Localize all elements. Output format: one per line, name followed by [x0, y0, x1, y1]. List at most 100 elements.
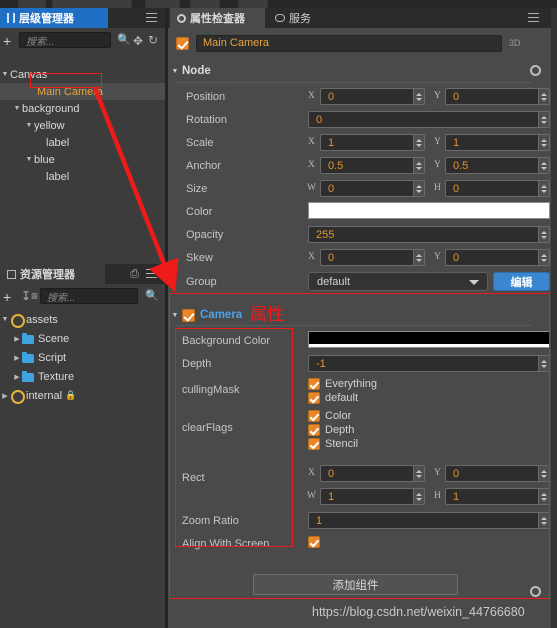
rect-y-stepper[interactable]	[538, 466, 549, 481]
zoom-ratio-stepper[interactable]	[538, 513, 549, 528]
scale-x-field[interactable]: 1	[320, 134, 425, 151]
tab-hierarchy[interactable]: 层级管理器	[0, 8, 108, 28]
add-component-button[interactable]: 添加组件	[253, 574, 458, 595]
tree-row[interactable]: ▼ assets	[0, 311, 165, 328]
plus-icon[interactable]: +	[3, 34, 11, 48]
chevron-right-icon[interactable]: ▶	[12, 373, 22, 381]
scale-y-stepper[interactable]	[538, 135, 549, 150]
anchor-y-field[interactable]: 0.5	[445, 157, 550, 174]
sort-icon[interactable]: ↧≡	[21, 290, 38, 302]
search-icon[interactable]: 🔍	[117, 35, 131, 46]
group-dropdown[interactable]: default	[308, 272, 488, 291]
tab-inspector[interactable]: 属性检查器	[170, 8, 265, 28]
align-with-screen-checkbox[interactable]	[308, 536, 320, 548]
refresh-icon[interactable]: ↻	[148, 34, 158, 46]
node-name-field[interactable]: Main Camera	[196, 34, 502, 52]
node-color-swatch[interactable]	[308, 202, 550, 219]
tree-row[interactable]: label	[0, 134, 165, 151]
rect-w-field[interactable]: 1	[320, 488, 425, 505]
assets-search-input[interactable]: 搜索...	[40, 288, 138, 304]
rect-h-field[interactable]: 1	[445, 488, 550, 505]
tree-row[interactable]: ▼ yellow	[0, 117, 165, 134]
opacity-stepper[interactable]	[538, 227, 549, 242]
tree-row[interactable]: ▼ blue	[0, 151, 165, 168]
skew-x-field[interactable]: 0	[320, 249, 425, 266]
skew-y-field[interactable]: 0	[445, 249, 550, 266]
chevron-down-icon[interactable]: ▼	[0, 316, 10, 323]
locate-icon[interactable]: ✥	[133, 35, 143, 47]
search-icon[interactable]: 🔍	[145, 291, 159, 302]
camera-section-header[interactable]: ▼ Camera	[168, 304, 551, 597]
chevron-down-icon[interactable]: ▼	[168, 68, 182, 75]
anchor-y-stepper[interactable]	[538, 158, 549, 173]
culling-mask-item[interactable]: default	[308, 392, 358, 404]
tree-row[interactable]: ▶ Texture	[0, 368, 165, 385]
assets-menu-icon[interactable]	[146, 269, 157, 278]
position-x-field[interactable]: 0	[320, 88, 425, 105]
tab-assets[interactable]: 资源管理器	[0, 264, 105, 284]
tree-row[interactable]: ▶ Scene	[0, 330, 165, 347]
tree-row[interactable]: label	[0, 168, 165, 185]
toolbar-button-1[interactable]	[18, 0, 46, 8]
chevron-down-icon[interactable]: ▼	[24, 122, 34, 129]
camera-settings-gear-icon[interactable]	[530, 586, 541, 597]
check-icon[interactable]	[308, 378, 320, 390]
rect-h-stepper[interactable]	[538, 489, 549, 504]
rotation-field[interactable]: 0	[308, 111, 550, 128]
clear-flag-item[interactable]: Depth	[308, 424, 354, 436]
culling-mask-item[interactable]: Everything	[308, 378, 377, 390]
hierarchy-search-input[interactable]: 搜索...	[19, 32, 111, 48]
toolbar-button-2[interactable]	[52, 0, 132, 8]
camera-enabled-checkbox[interactable]	[182, 308, 195, 322]
chevron-right-icon[interactable]: ▶	[12, 354, 22, 362]
check-icon[interactable]	[308, 392, 320, 404]
assets-refresh-icon[interactable]: ⎙	[130, 269, 139, 280]
size-h-field[interactable]: 0	[445, 180, 550, 197]
toolbar-button-3[interactable]	[145, 0, 180, 8]
skew-x-stepper[interactable]	[413, 250, 424, 265]
rect-y-field[interactable]: 0	[445, 465, 550, 482]
chevron-right-icon[interactable]: ▶	[0, 392, 10, 400]
opacity-field[interactable]: 255	[308, 226, 550, 243]
node-enabled-checkbox[interactable]	[176, 36, 189, 50]
node-settings-gear-icon[interactable]	[530, 65, 541, 76]
rotation-stepper[interactable]	[538, 112, 549, 127]
check-icon[interactable]	[308, 424, 320, 436]
chevron-right-icon[interactable]: ▶	[12, 335, 22, 343]
node-section-header[interactable]: ▼ Node	[168, 60, 551, 82]
toolbar-button-4[interactable]	[190, 0, 220, 8]
tree-row[interactable]: ▼ Canvas	[0, 66, 165, 83]
zoom-ratio-field[interactable]: 1	[308, 512, 550, 529]
tree-row[interactable]: ▶ Script	[0, 349, 165, 366]
tree-row[interactable]: ▼ background	[0, 100, 165, 117]
anchor-x-field[interactable]: 0.5	[320, 157, 425, 174]
check-icon[interactable]	[308, 410, 320, 422]
tree-row[interactable]: Main Camera	[0, 83, 165, 100]
plus-icon[interactable]: +	[3, 290, 11, 304]
camera-background-color-swatch[interactable]	[308, 331, 550, 348]
chevron-down-icon[interactable]: ▼	[0, 71, 10, 78]
anchor-x-stepper[interactable]	[413, 158, 424, 173]
chevron-down-icon[interactable]: ▼	[24, 156, 34, 163]
tab-services[interactable]: 服务	[268, 8, 340, 28]
rect-x-field[interactable]: 0	[320, 465, 425, 482]
size-w-field[interactable]: 0	[320, 180, 425, 197]
size-w-stepper[interactable]	[413, 181, 424, 196]
scale-y-field[interactable]: 1	[445, 134, 550, 151]
chevron-down-icon[interactable]: ▼	[168, 312, 182, 319]
depth-field[interactable]: -1	[308, 355, 550, 372]
skew-y-stepper[interactable]	[538, 250, 549, 265]
clear-flag-item[interactable]: Color	[308, 410, 351, 422]
rect-w-stepper[interactable]	[413, 489, 424, 504]
check-icon[interactable]	[308, 438, 320, 450]
inspector-menu-icon[interactable]	[528, 13, 539, 22]
hierarchy-menu-icon[interactable]	[146, 13, 157, 22]
depth-stepper[interactable]	[538, 356, 549, 371]
clear-flag-item[interactable]: Stencil	[308, 438, 358, 450]
position-y-field[interactable]: 0	[445, 88, 550, 105]
group-edit-button[interactable]: 编辑	[493, 272, 550, 291]
toolbar-button-5[interactable]	[238, 0, 268, 8]
position-y-stepper[interactable]	[538, 89, 549, 104]
rect-x-stepper[interactable]	[413, 466, 424, 481]
tree-row[interactable]: ▶ internal 🔒	[0, 387, 165, 404]
